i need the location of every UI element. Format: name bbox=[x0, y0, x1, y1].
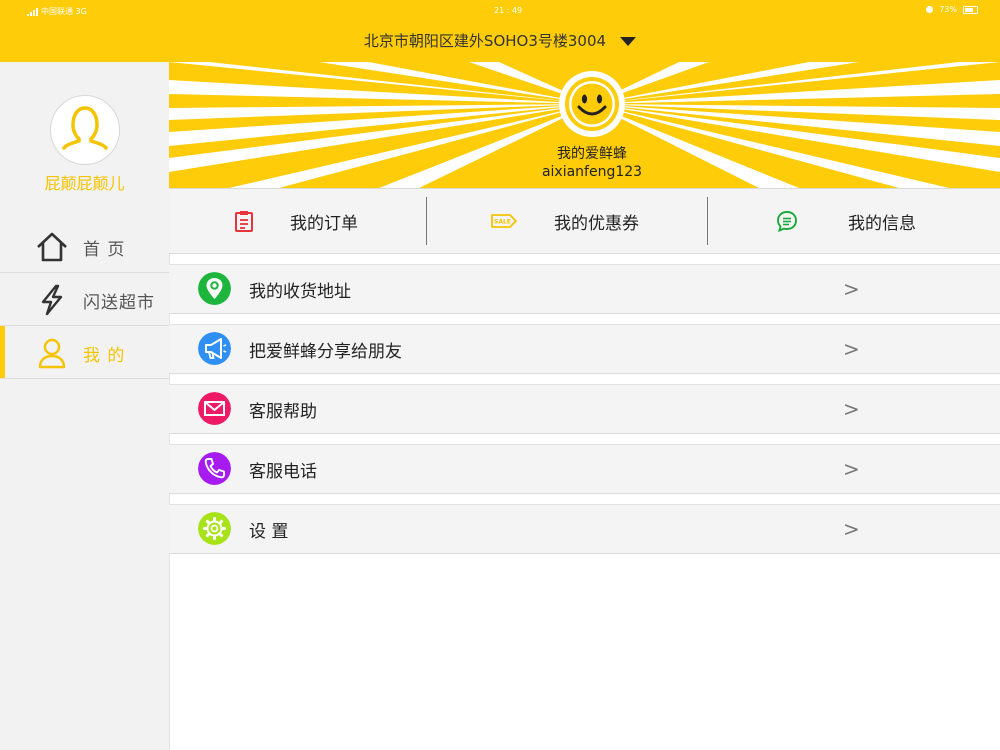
svg-text:SALE: SALE bbox=[494, 219, 511, 226]
sidebar-item-label: 首 页 bbox=[83, 240, 126, 260]
sidebar-item-mine[interactable]: 我 的 bbox=[0, 326, 169, 379]
carrier: 中国联通 3G bbox=[27, 6, 87, 17]
avatar[interactable] bbox=[50, 95, 120, 165]
settings-list: 我的收货地址 > 把爱鲜蜂分享给朋友 > 客服帮助 > 客服电话 > 设 置 > bbox=[169, 264, 1000, 564]
mail-icon bbox=[198, 392, 231, 425]
carrier-text: 中国联通 3G bbox=[41, 7, 87, 16]
clipboard-icon bbox=[235, 211, 253, 232]
tab-label: 我的信息 bbox=[848, 213, 916, 234]
user-avatar-icon bbox=[62, 106, 108, 150]
status-bar: 中国联通 3G 21 : 49 73% bbox=[0, 0, 1000, 20]
phone-icon bbox=[198, 452, 231, 485]
tab-label: 我的订单 bbox=[290, 213, 358, 234]
tab-my-coupons[interactable]: SALE 我的优惠券 bbox=[490, 189, 639, 253]
list-item-label: 客服电话 bbox=[249, 462, 317, 482]
smiley-icon bbox=[565, 77, 619, 131]
list-item-help[interactable]: 客服帮助 > bbox=[169, 384, 1000, 434]
tab-my-orders[interactable]: 我的订单 bbox=[232, 189, 358, 253]
brand-title: 我的爱鲜蜂 bbox=[557, 146, 627, 162]
lightning-icon bbox=[41, 284, 63, 316]
username: 屁颠屁颠儿 bbox=[44, 174, 125, 193]
list-item-label: 客服帮助 bbox=[249, 402, 317, 422]
address-text: 北京市朝阳区建外SOHO3号楼3004 bbox=[363, 32, 607, 50]
sidebar-item-flash-market[interactable]: 闪送超市 bbox=[0, 273, 169, 326]
status-time: 21 : 49 bbox=[494, 6, 523, 15]
battery-icon bbox=[963, 5, 978, 14]
lock-rotation-icon bbox=[926, 6, 934, 13]
chevron-right-icon: > bbox=[843, 277, 860, 301]
user-icon bbox=[38, 338, 66, 369]
location-pin-icon bbox=[198, 272, 231, 305]
divider bbox=[426, 197, 427, 245]
sale-tag-icon: SALE bbox=[491, 214, 517, 228]
brand-avatar[interactable] bbox=[559, 71, 625, 137]
dropdown-arrow-icon bbox=[620, 36, 637, 46]
chevron-right-icon: > bbox=[843, 337, 860, 361]
battery-status: 73% bbox=[926, 5, 978, 14]
list-item-label: 把爱鲜蜂分享给朋友 bbox=[249, 342, 402, 362]
account-name: aixianfeng123 bbox=[541, 164, 643, 180]
brand-info: 我的爱鲜蜂 aixianfeng123 bbox=[499, 145, 685, 181]
chevron-right-icon: > bbox=[843, 457, 860, 481]
list-item-label: 设 置 bbox=[249, 522, 289, 542]
chevron-right-icon: > bbox=[843, 517, 860, 541]
divider bbox=[707, 197, 708, 245]
sidebar-nav: 首 页 闪送超市 我 的 bbox=[0, 220, 169, 379]
list-item-phone[interactable]: 客服电话 > bbox=[169, 444, 1000, 494]
message-icon bbox=[777, 211, 797, 233]
top-bar: 中国联通 3G 21 : 49 73% 北京市朝阳区建外SOHO3号楼3004 bbox=[0, 0, 1000, 62]
list-item-address[interactable]: 我的收货地址 > bbox=[169, 264, 1000, 314]
list-item-settings[interactable]: 设 置 > bbox=[169, 504, 1000, 554]
list-item-share[interactable]: 把爱鲜蜂分享给朋友 > bbox=[169, 324, 1000, 374]
signal-icon bbox=[27, 7, 38, 16]
sidebar-item-home[interactable]: 首 页 bbox=[0, 220, 169, 273]
profile-banner: 我的爱鲜蜂 aixianfeng123 bbox=[169, 62, 1000, 188]
gear-icon bbox=[198, 512, 231, 545]
sidebar-item-label: 我 的 bbox=[83, 346, 126, 366]
tab-my-messages[interactable]: 我的信息 bbox=[775, 189, 916, 253]
tab-label: 我的优惠券 bbox=[554, 213, 639, 234]
megaphone-icon bbox=[198, 332, 231, 365]
sidebar: 屁颠屁颠儿 首 页 闪送超市 我 的 bbox=[0, 62, 170, 750]
chevron-right-icon: > bbox=[843, 397, 860, 421]
address-selector[interactable]: 北京市朝阳区建外SOHO3号楼3004 bbox=[0, 30, 1000, 51]
list-item-label: 我的收货地址 bbox=[249, 282, 351, 302]
sidebar-item-label: 闪送超市 bbox=[83, 293, 155, 313]
home-icon bbox=[37, 232, 67, 262]
battery-percent: 73% bbox=[939, 5, 957, 14]
quick-actions: 我的订单 SALE 我的优惠券 我的信息 bbox=[169, 188, 1000, 254]
